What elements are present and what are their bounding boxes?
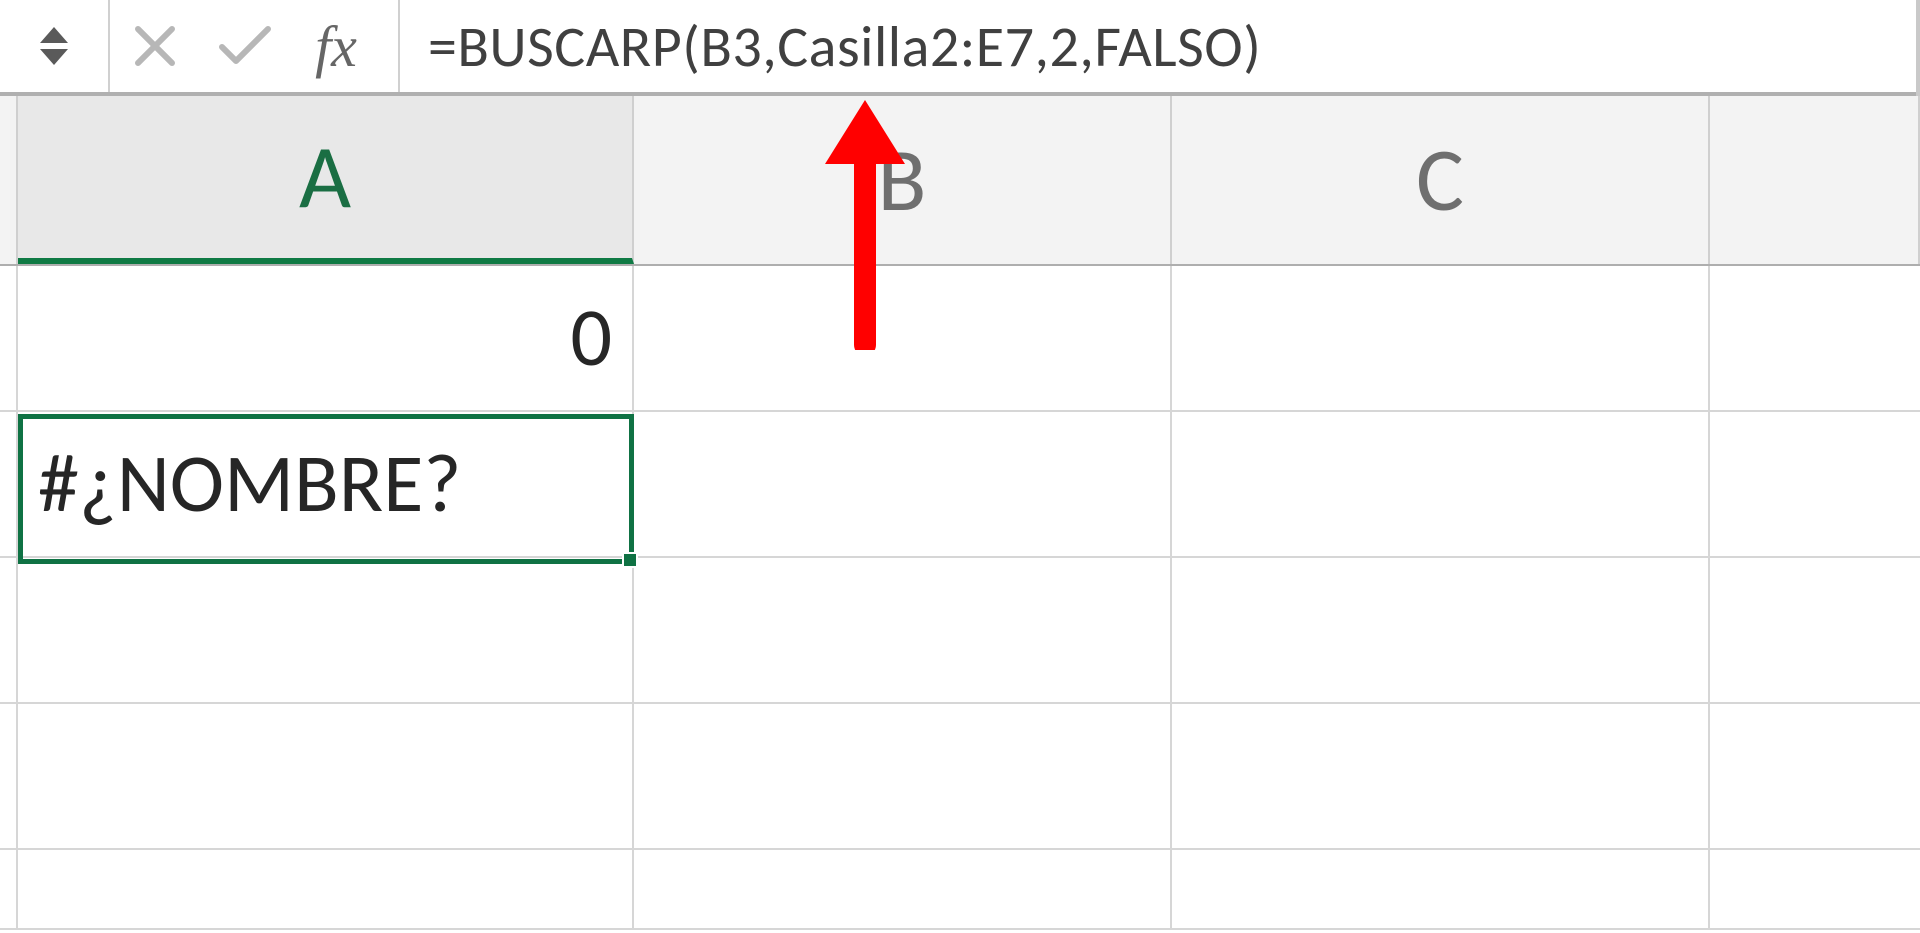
cell-a2[interactable]: #¿NOMBRE?: [18, 412, 634, 556]
cell-a1[interactable]: 0: [18, 266, 634, 410]
insert-function-button[interactable]: fx: [290, 0, 400, 92]
cell-a3[interactable]: [18, 558, 634, 702]
formula-bar: fx: [0, 0, 1920, 96]
select-all-corner[interactable]: [0, 96, 18, 264]
spreadsheet-grid: 0 #¿NOMBRE?: [0, 266, 1920, 930]
cell-a5[interactable]: [18, 850, 634, 928]
row-header-3[interactable]: [0, 558, 18, 702]
cell-c1[interactable]: [1172, 266, 1710, 410]
cell-b4[interactable]: [634, 704, 1172, 848]
grid-row: [0, 558, 1920, 704]
cell-b2[interactable]: [634, 412, 1172, 556]
cell-d5[interactable]: [1710, 850, 1920, 928]
grid-row: [0, 850, 1920, 930]
check-icon: [218, 23, 272, 69]
formula-input[interactable]: [400, 0, 1920, 92]
grid-row: [0, 704, 1920, 850]
spinner-down-icon[interactable]: [40, 49, 68, 65]
divider: [1916, 0, 1920, 96]
cell-d4[interactable]: [1710, 704, 1920, 848]
column-header-c[interactable]: C: [1172, 96, 1710, 264]
row-header-5[interactable]: [0, 850, 18, 928]
cell-c2[interactable]: [1172, 412, 1710, 556]
cell-a4[interactable]: [18, 704, 634, 848]
spinner-up-icon[interactable]: [40, 27, 68, 43]
cell-c5[interactable]: [1172, 850, 1710, 928]
column-header-b[interactable]: B: [634, 96, 1172, 264]
cell-d3[interactable]: [1710, 558, 1920, 702]
cell-d2[interactable]: [1710, 412, 1920, 556]
enter-button[interactable]: [200, 0, 290, 92]
grid-row: #¿NOMBRE?: [0, 412, 1920, 558]
cell-c3[interactable]: [1172, 558, 1710, 702]
grid-row: 0: [0, 266, 1920, 412]
cell-d1[interactable]: [1710, 266, 1920, 410]
column-header-row: A B C: [0, 96, 1920, 266]
row-header-4[interactable]: [0, 704, 18, 848]
column-header-a[interactable]: A: [18, 96, 634, 264]
cell-b1[interactable]: [634, 266, 1172, 410]
name-box-spinner[interactable]: [0, 0, 110, 92]
cell-c4[interactable]: [1172, 704, 1710, 848]
fx-label: fx: [315, 13, 357, 80]
row-header-1[interactable]: [0, 266, 18, 410]
cell-b3[interactable]: [634, 558, 1172, 702]
column-header-next[interactable]: [1710, 96, 1920, 264]
formula-bar-controls: fx: [0, 0, 400, 92]
close-icon: [132, 23, 178, 69]
row-header-2[interactable]: [0, 412, 18, 556]
cancel-button[interactable]: [110, 0, 200, 92]
cell-b5[interactable]: [634, 850, 1172, 928]
